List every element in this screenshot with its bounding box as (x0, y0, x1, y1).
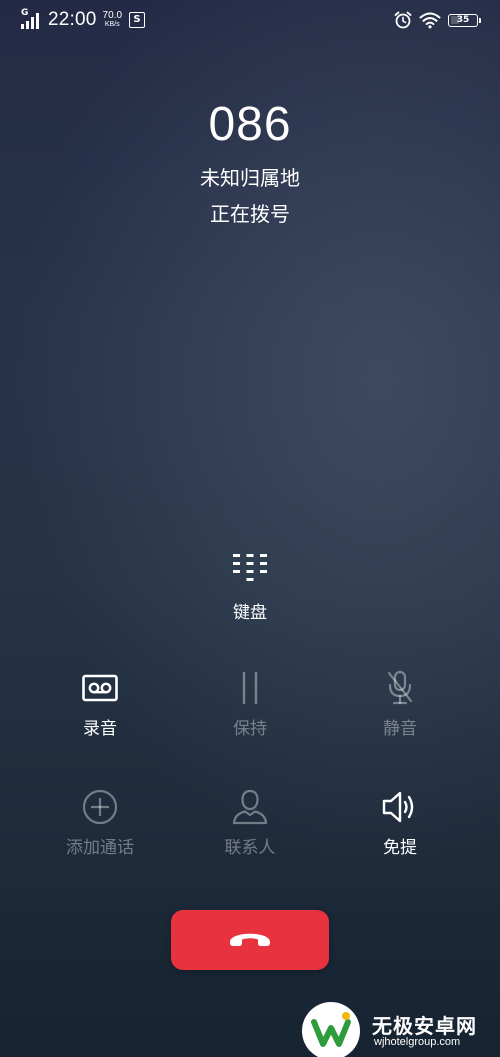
mute-button[interactable]: 静音 (330, 668, 470, 740)
add-call-label: 添加通话 (66, 838, 134, 858)
watermark-logo (302, 1002, 360, 1057)
alarm-icon (393, 10, 413, 30)
net-speed-unit: KB/s (104, 21, 120, 28)
caller-location: 未知归属地 (200, 166, 300, 190)
sim-badge-icon: S (129, 12, 146, 28)
contacts-icon (230, 787, 270, 827)
caller-number: 086 (208, 98, 292, 151)
record-label: 录音 (83, 719, 117, 739)
status-bar-left: G 22:00 70.0 KB/s S (20, 8, 146, 32)
contacts-label: 联系人 (224, 838, 276, 858)
battery-nub (479, 17, 481, 23)
end-call-icon (226, 927, 274, 953)
net-speed-value: 70.0 (102, 10, 123, 21)
speaker-button[interactable]: 免提 (330, 787, 470, 859)
call-status: 正在拨号 (210, 202, 290, 226)
network-type: G (21, 8, 29, 18)
record-button[interactable]: 录音 (30, 668, 170, 740)
net-speed: 70.0 KB/s (103, 11, 122, 29)
speaker-icon (380, 787, 420, 827)
status-bar: G 22:00 70.0 KB/s S 35 (0, 0, 500, 40)
mute-label: 静音 (383, 719, 417, 739)
keypad-icon (200, 552, 300, 584)
record-icon (80, 668, 120, 708)
battery-icon: 35 (448, 13, 481, 27)
battery-level: 35 (456, 14, 470, 25)
in-call-screen: G 22:00 70.0 KB/s S 35 086 未知归属地 正在拨号 键盘… (0, 0, 500, 1057)
hold-icon (230, 668, 270, 708)
end-call-button[interactable] (171, 910, 329, 970)
signal-icon: G (20, 9, 42, 31)
watermark-url: wjhotelgroup.com (374, 1036, 461, 1048)
watermark: 无极安卓网 wjhotelgroup.com (300, 996, 500, 1057)
keypad-label: 键盘 (233, 603, 267, 623)
status-bar-right: 35 (393, 9, 481, 31)
contacts-button[interactable]: 联系人 (180, 787, 320, 859)
hold-button[interactable]: 保持 (180, 668, 320, 740)
add-call-icon (80, 787, 120, 827)
mute-icon (380, 668, 420, 708)
hold-label: 保持 (233, 719, 267, 739)
wifi-icon (419, 11, 441, 29)
status-time: 22:00 (48, 9, 97, 30)
caller-info: 086 未知归属地 正在拨号 (0, 96, 500, 228)
keypad-button[interactable]: 键盘 (200, 552, 300, 624)
watermark-title: 无极安卓网 (372, 1014, 477, 1038)
speaker-label: 免提 (383, 838, 417, 858)
add-call-button[interactable]: 添加通话 (30, 787, 170, 859)
